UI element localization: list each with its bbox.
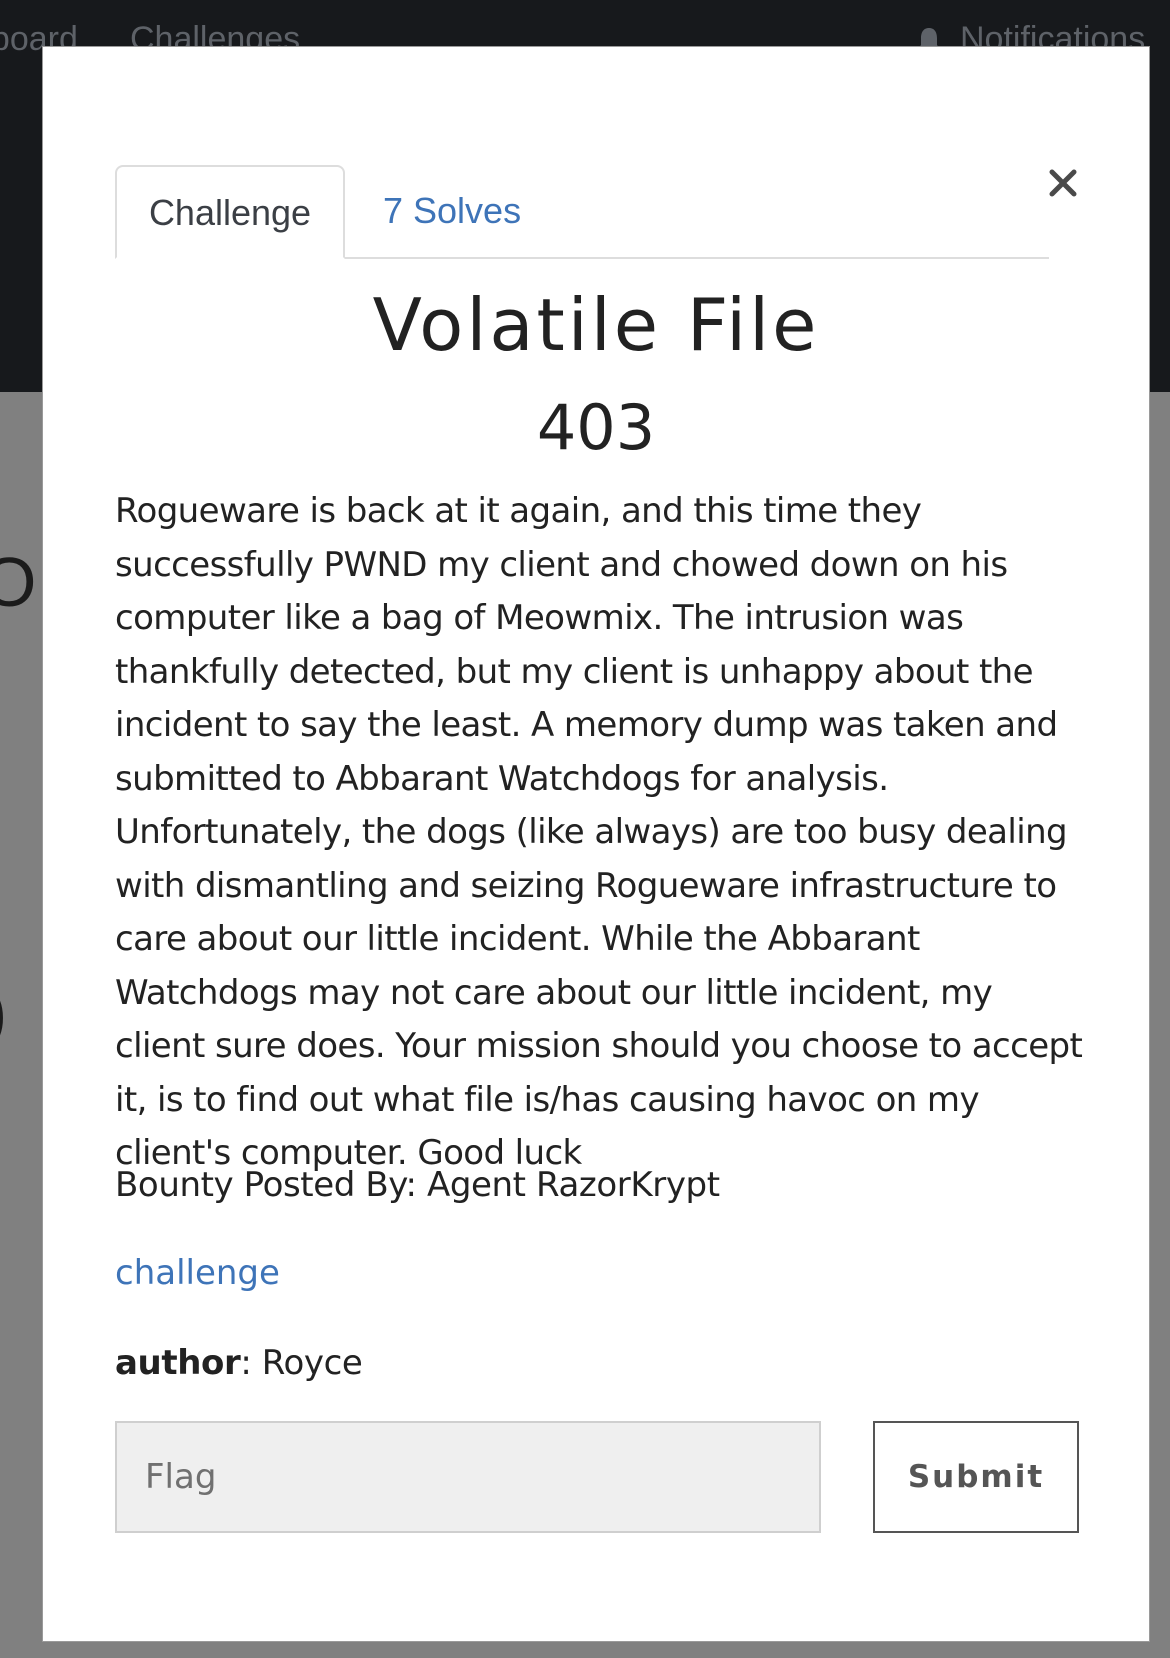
tab-solves[interactable]: 7 Solves bbox=[347, 165, 557, 257]
bounty-text: Bounty Posted By: Agent RazorKrypt bbox=[115, 1165, 720, 1205]
challenge-points: 403 bbox=[536, 391, 656, 464]
challenge-tag[interactable]: challenge bbox=[115, 1253, 280, 1293]
author-label: author bbox=[115, 1343, 241, 1383]
author-value: : Royce bbox=[240, 1343, 363, 1383]
background-glyph: O bbox=[0, 543, 37, 621]
close-icon bbox=[1049, 169, 1077, 197]
modal-tabs: Challenge 7 Solves bbox=[115, 119, 1049, 259]
challenge-description: Rogueware is back at it again, and this … bbox=[115, 491, 1083, 1173]
author-line: author: Royce bbox=[115, 1343, 363, 1383]
background-glyph: ) bbox=[0, 972, 7, 1052]
flag-input[interactable] bbox=[115, 1421, 821, 1533]
tab-challenge[interactable]: Challenge bbox=[115, 165, 345, 259]
submit-button[interactable]: Submit bbox=[873, 1421, 1079, 1533]
challenge-title: Volatile File bbox=[372, 283, 820, 367]
close-button[interactable] bbox=[1043, 163, 1083, 203]
challenge-modal: Challenge 7 Solves Volatile File 403 Rog… bbox=[42, 46, 1150, 1642]
